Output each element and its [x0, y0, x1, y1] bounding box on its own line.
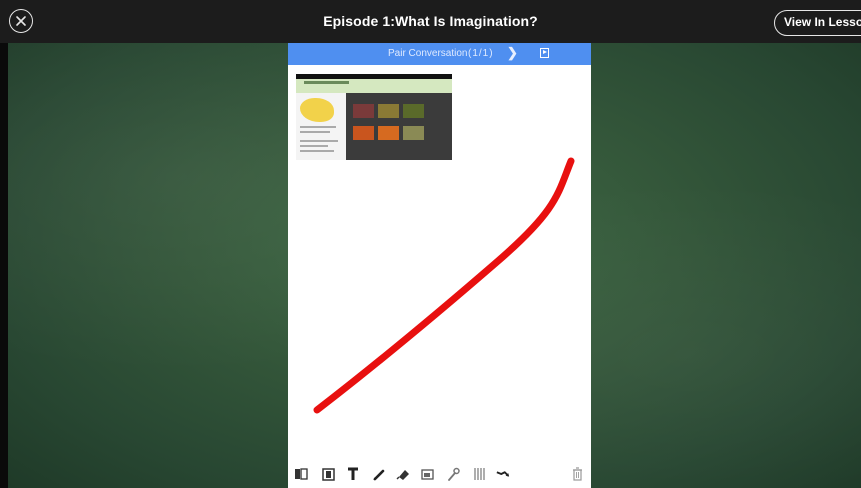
drawing-canvas[interactable]	[288, 43, 591, 459]
eraser-icon[interactable]	[396, 466, 410, 482]
book-icon[interactable]	[294, 466, 308, 482]
image-icon[interactable]	[421, 466, 435, 482]
top-bar: Episode 1:What Is Imagination? View In L…	[0, 0, 861, 43]
wrench-icon[interactable]	[446, 466, 460, 482]
drawing-toolbar	[288, 459, 591, 488]
frame-icon[interactable]	[321, 466, 335, 482]
red-pen-stroke	[313, 157, 575, 414]
whiteboard-panel: Pair Conversation (1/1) ❯	[288, 43, 591, 488]
left-edge	[0, 43, 8, 488]
text-icon[interactable]	[346, 466, 360, 482]
trash-icon[interactable]	[570, 466, 584, 482]
view-in-lesson-button[interactable]: View In Lesson	[774, 10, 861, 36]
episode-title: Episode 1:What Is Imagination?	[323, 13, 538, 29]
grid-icon[interactable]	[472, 466, 486, 482]
move-icon[interactable]	[496, 466, 510, 482]
pencil-icon[interactable]	[372, 466, 386, 482]
